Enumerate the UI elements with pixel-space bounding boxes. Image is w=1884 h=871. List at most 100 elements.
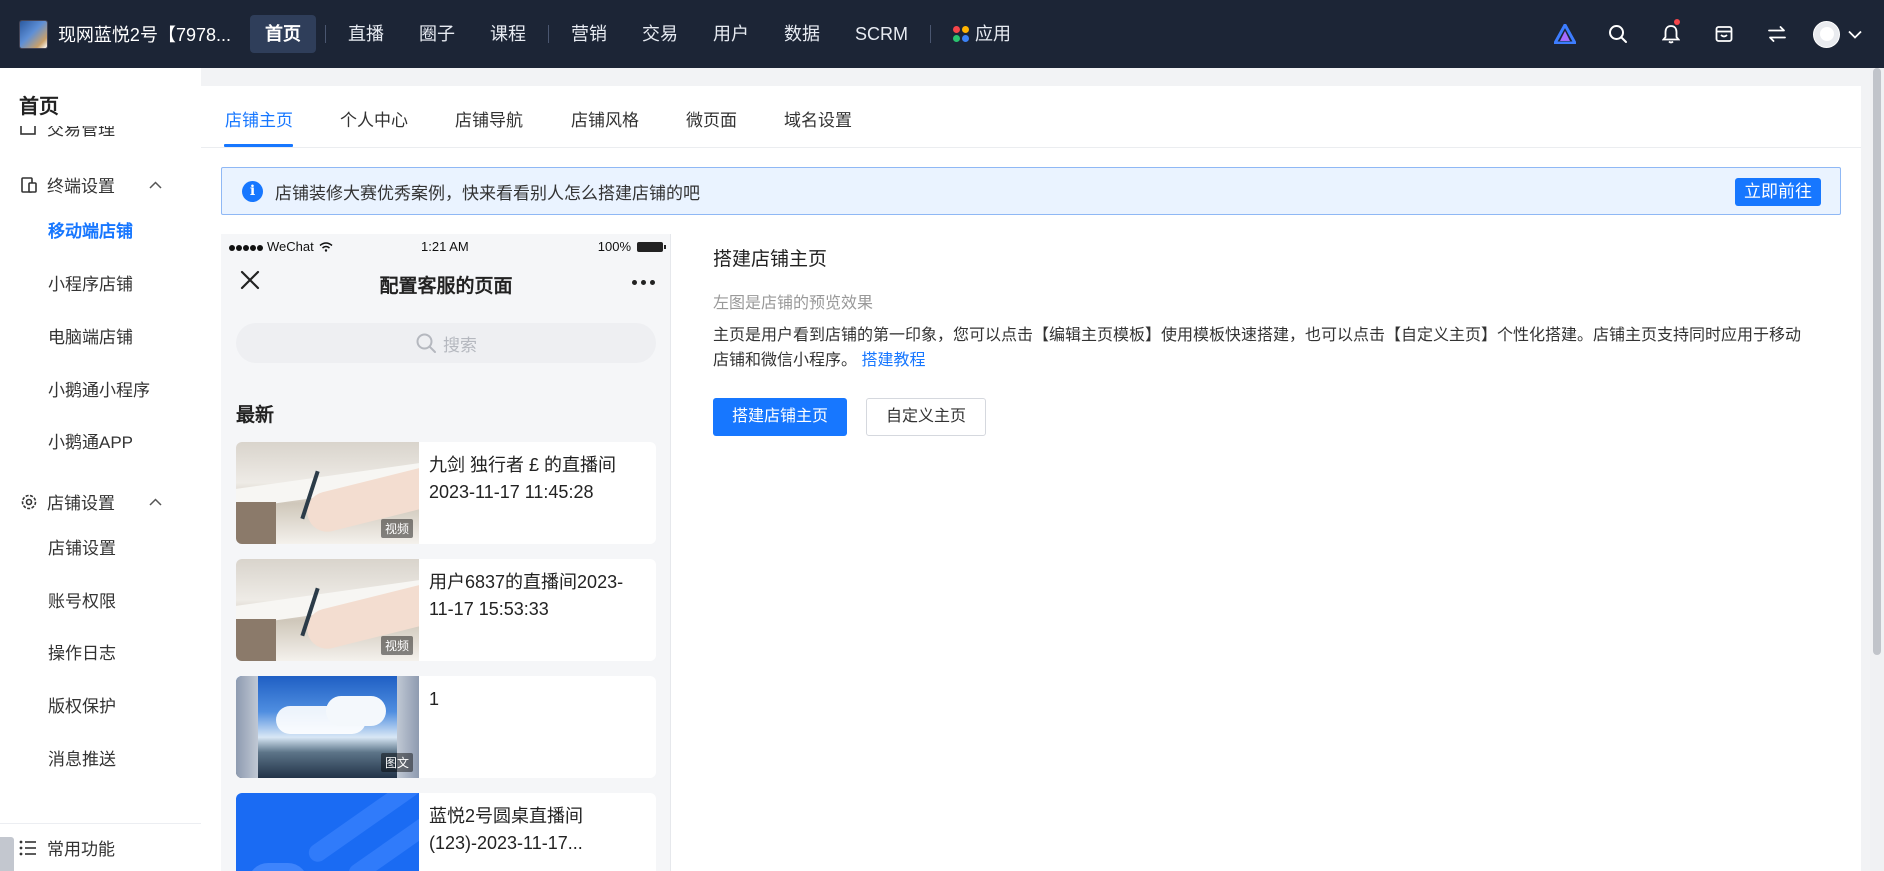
phone-status-bar: WeChat 1:21 AM 100%: [221, 234, 670, 260]
top-right-tools: [1538, 0, 1884, 68]
switch-icon[interactable]: [1750, 0, 1803, 68]
nav-divider: [548, 25, 549, 43]
setup-title: 搭建店铺主页: [713, 249, 828, 270]
content-card: 图文 1: [236, 676, 656, 778]
gear-icon: [19, 492, 38, 511]
nav-trade[interactable]: 交易: [629, 15, 691, 53]
chevron-up-icon: [149, 497, 162, 506]
tab-micro-page[interactable]: 微页面: [686, 106, 737, 131]
wifi-icon: [319, 241, 333, 252]
card-badge: 视频: [380, 519, 413, 538]
nav-live[interactable]: 直播: [335, 15, 397, 53]
card-title: 九剑 独行者 £ 的直播间2023-11-17 11:45:28: [429, 455, 617, 502]
bell-icon[interactable]: [1644, 0, 1697, 68]
sidebar-item-account-permissions[interactable]: 账号权限: [48, 587, 116, 612]
tutorial-link[interactable]: 搭建教程: [861, 352, 925, 369]
go-now-button[interactable]: 立即前往: [1735, 178, 1821, 206]
content-card: 视频 九剑 独行者 £ 的直播间2023-11-17 11:45:28: [236, 442, 656, 544]
nav-scrm[interactable]: SCRM: [842, 15, 921, 53]
sidebar: 首页 交易管理 终端设置 移动端店铺 小程序店铺 电脑端店铺 小鹅通小程序 小鹅…: [0, 68, 201, 871]
nav-course[interactable]: 课程: [477, 15, 539, 53]
apps-icon: [953, 26, 969, 42]
phone-header: 配置客服的页面: [221, 260, 670, 304]
tab-store-navigation[interactable]: 店铺导航: [455, 106, 523, 131]
card-badge: 图文: [380, 753, 413, 772]
build-store-home-button[interactable]: 搭建店铺主页: [713, 398, 848, 436]
tab-store-style[interactable]: 店铺风格: [571, 106, 639, 131]
battery-percent: 100%: [597, 239, 631, 254]
nav-divider: [930, 25, 931, 43]
phone-search-box: 搜索: [236, 323, 656, 363]
user-menu[interactable]: [1813, 20, 1862, 48]
list-icon: [20, 126, 36, 135]
chevron-up-icon: [149, 180, 162, 189]
active-tab-indicator: [224, 144, 293, 147]
sidebar-item-clipped-label: 交易管理: [47, 126, 115, 138]
setup-description: 主页是用户看到店铺的第一印象，您可以点击【编辑主页模板】使用模板快速搭建，也可以…: [713, 323, 1808, 373]
common-functions-label: 常用功能: [47, 840, 115, 859]
sidebar-group-terminal-label: 终端设置: [47, 177, 115, 196]
carrier-label: WeChat: [267, 239, 314, 254]
sidebar-collapse-handle[interactable]: [0, 837, 14, 871]
notice-banner: i 店铺装修大赛优秀案例，快来看看别人怎么搭建店铺的吧 立即前往: [221, 167, 1841, 215]
nav-apps-label: 应用: [975, 24, 1011, 44]
top-navigation-bar: 现网蓝悦2号【7978... 首页 直播 圈子 课程 营销 交易 用户 数据 S…: [0, 0, 1884, 68]
sidebar-group-store[interactable]: 店铺设置: [19, 489, 162, 514]
store-home-setup: 搭建店铺主页 左图是店铺的预览效果 主页是用户看到店铺的第一印象，您可以点击【编…: [713, 234, 1843, 436]
store-icon[interactable]: [1697, 0, 1750, 68]
tab-domain-settings[interactable]: 域名设置: [784, 106, 852, 131]
account-name: 现网蓝悦2号【7978...: [57, 25, 231, 45]
tab-personal-center[interactable]: 个人中心: [340, 106, 408, 131]
card-badge: 视频: [380, 636, 413, 655]
sidebar-item-message-push[interactable]: 消息推送: [48, 745, 116, 770]
phone-search-placeholder: 搜索: [443, 335, 477, 355]
sidebar-item-xet-miniprogram[interactable]: 小鹅通小程序: [48, 376, 150, 401]
more-icon: [628, 280, 655, 285]
content-card: 视频 用户6837的直播间2023-11-17 15:53:33: [236, 559, 656, 661]
avatar: [1813, 20, 1840, 48]
nav-users[interactable]: 用户: [700, 15, 762, 53]
page-scrollbar[interactable]: [1870, 68, 1884, 871]
scrollbar-thumb[interactable]: [1873, 68, 1881, 655]
common-functions-button[interactable]: 常用功能: [0, 823, 201, 871]
sidebar-item-pc-store[interactable]: 电脑端店铺: [48, 323, 133, 348]
card-title: 1: [429, 689, 440, 709]
tab-store-home[interactable]: 店铺主页: [225, 106, 293, 131]
sidebar-item-copyright[interactable]: 版权保护: [48, 692, 116, 717]
info-icon: i: [242, 180, 263, 202]
setup-actions: 搭建店铺主页 自定义主页: [713, 398, 1843, 436]
search-icon[interactable]: [1591, 0, 1644, 68]
signal-icon: [229, 239, 264, 254]
sidebar-group-store-label: 店铺设置: [47, 494, 115, 513]
nav-apps[interactable]: 应用: [940, 15, 1024, 53]
nav-circle[interactable]: 圈子: [406, 15, 468, 53]
sidebar-item-operation-log[interactable]: 操作日志: [48, 639, 116, 664]
section-title-latest: 最新: [236, 405, 275, 426]
chevron-down-icon: [1848, 30, 1862, 39]
account-switcher[interactable]: 现网蓝悦2号【7978...: [19, 19, 231, 49]
card-title: 蓝悦2号圆桌直播间(123)-2023-11-17...: [429, 806, 584, 853]
battery-icon: [637, 241, 666, 252]
nav-home[interactable]: 首页: [250, 15, 316, 53]
setup-subtitle: 左图是店铺的预览效果: [713, 295, 874, 312]
phone-time: 1:21 AM: [421, 239, 469, 254]
custom-home-button[interactable]: 自定义主页: [866, 398, 987, 436]
terminal-icon: [19, 175, 38, 194]
card-thumbnail: 图文: [236, 676, 419, 778]
notification-dot: [1674, 19, 1680, 25]
sidebar-item-clipped[interactable]: 交易管理: [19, 126, 179, 138]
phone-page-title: 配置客服的页面: [379, 276, 513, 297]
tab-bar: 店铺主页 个人中心 店铺导航 店铺风格 微页面 域名设置: [201, 86, 1861, 148]
menu-icon: [19, 840, 36, 855]
sidebar-item-store-settings[interactable]: 店铺设置: [48, 534, 116, 559]
sidebar-item-xet-app[interactable]: 小鹅通APP: [48, 428, 133, 453]
account-logo: [19, 19, 48, 49]
nav-divider: [325, 25, 326, 43]
sidebar-item-miniprogram-store[interactable]: 小程序店铺: [48, 270, 133, 295]
brand-icon[interactable]: [1538, 0, 1591, 68]
nav-marketing[interactable]: 营销: [558, 15, 620, 53]
sidebar-item-mobile-store[interactable]: 移动端店铺: [48, 217, 133, 242]
mobile-preview: WeChat 1:21 AM 100% 配置客服的页面 搜索 最新 视频 九剑 …: [221, 234, 671, 871]
sidebar-group-terminal[interactable]: 终端设置: [19, 172, 162, 197]
nav-data[interactable]: 数据: [771, 15, 833, 53]
